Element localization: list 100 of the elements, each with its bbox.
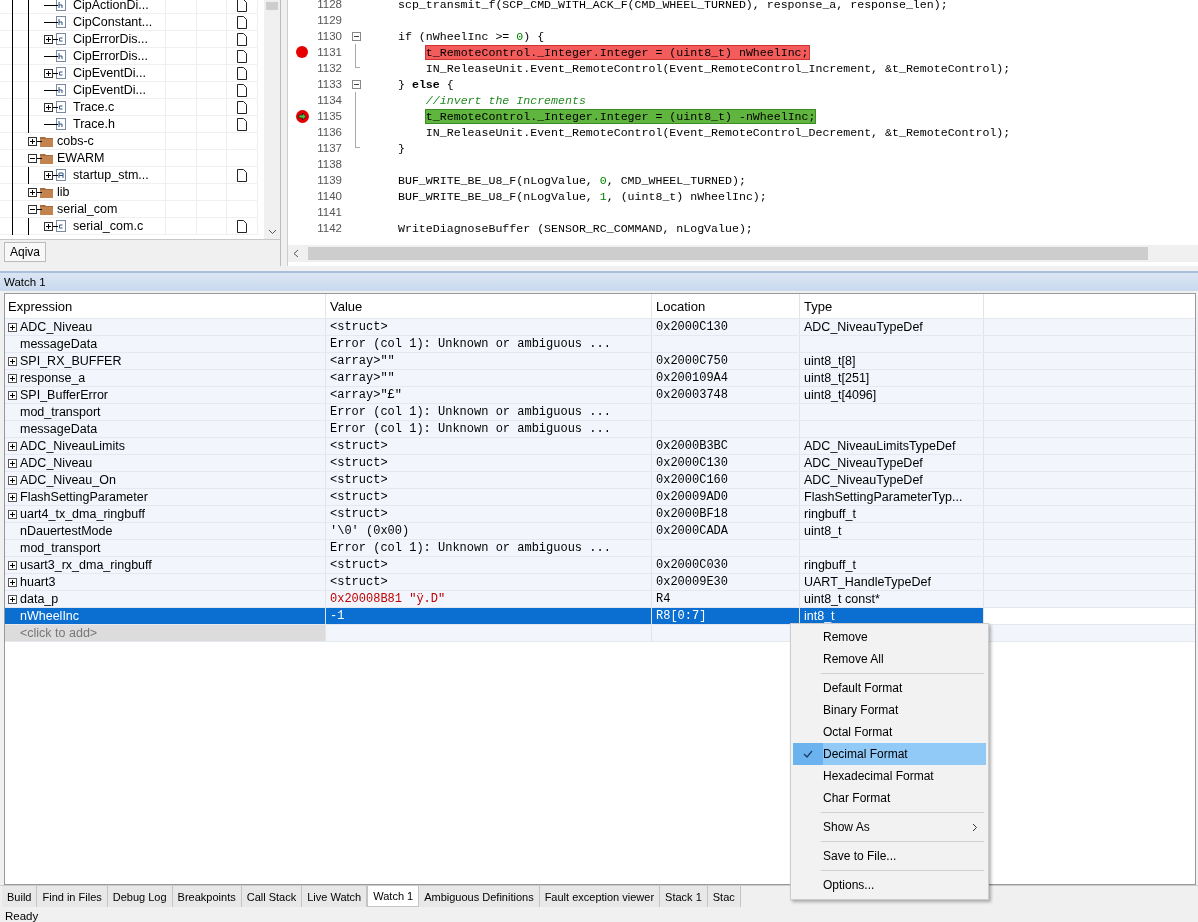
expression-text[interactable]: messageData [20,337,98,351]
menu-item[interactable]: Binary Format [793,699,986,721]
expression-text[interactable]: uart4_tx_dma_ringbuff [20,507,145,521]
expand-icon[interactable] [8,373,17,383]
expression-text[interactable]: FlashSettingParameter [20,490,148,504]
expand-icon[interactable] [8,560,17,570]
folder-icon [40,152,53,164]
line-number: 1130 [316,30,342,42]
type-text: uint8_t[8] [804,354,856,368]
expand-icon[interactable] [8,441,17,451]
expand-icon[interactable] [44,103,53,112]
expand-icon[interactable] [8,492,17,502]
expression-text[interactable]: messageData [20,422,98,436]
panel-tab[interactable]: Watch 1 [367,886,420,907]
expand-icon[interactable] [44,171,53,180]
column-header[interactable]: Type [800,294,984,318]
folder-label[interactable]: cobs-c [56,134,94,148]
expression-text[interactable]: ADC_Niveau [20,320,93,334]
value-text: Error (col 1): Unknown or ambiguous ... [330,405,611,419]
expression-text[interactable]: usart3_rx_dma_ringbuff [20,558,152,572]
panel-tab[interactable]: Debug Log [107,886,173,907]
file-label[interactable]: CipConstant... [72,15,153,29]
panel-tab[interactable]: Stack 1 [660,886,708,907]
file-label[interactable]: Trace.c [72,100,115,114]
expression-text[interactable]: ADC_NiveauLimits [20,439,125,453]
chevron-down-icon[interactable] [267,229,277,235]
menu-item[interactable]: Decimal Format [793,743,986,765]
file-label[interactable]: CipErrorDis... [72,32,148,46]
file-label[interactable]: CipEventDi... [72,66,146,80]
panel-tab[interactable]: Fault exception viewer [539,886,661,907]
expression-text[interactable]: SPI_RX_BUFFER [20,354,122,368]
file-label[interactable]: serial_com.c [72,219,144,233]
expression-text[interactable]: mod_transport [20,405,101,419]
menu-item[interactable]: Options... [793,874,986,896]
line-number: 1137 [316,142,342,154]
expand-icon[interactable] [8,577,17,587]
collapse-icon[interactable] [351,79,361,89]
expand-icon[interactable] [8,594,17,604]
collapse-icon[interactable] [351,31,361,41]
folder-label[interactable]: EWARM [56,151,105,165]
code-line: } else { [398,77,454,91]
expand-icon[interactable] [8,509,17,519]
value-text: Error (col 1): Unknown or ambiguous ... [330,541,611,555]
folder-label[interactable]: lib [56,185,70,199]
column-header[interactable]: Expression [5,294,326,318]
menu-item[interactable]: Remove All [793,648,986,670]
workspace-tab[interactable]: Aqiva [4,242,47,262]
column-header[interactable]: Value [326,294,652,318]
panel-tab[interactable]: Find in Files [37,886,108,907]
expression-text[interactable]: huart3 [20,575,56,589]
file-label[interactable]: CipEventDi... [72,83,146,97]
menu-item[interactable]: Show As [793,816,986,838]
value-text: <struct> [330,456,388,470]
file-label[interactable]: Trace.h [72,117,115,131]
expand-icon[interactable] [44,35,53,44]
scroll-thumb[interactable] [266,2,278,10]
menu-item[interactable]: Save to File... [793,845,986,867]
expression-text[interactable]: response_a [20,371,86,385]
expression-text[interactable]: data_p [20,592,59,606]
expression-text[interactable]: SPI_BufferError [20,388,108,402]
chevron-left-icon[interactable] [292,249,300,258]
value-text: <struct> [330,575,388,589]
file-label[interactable]: CipActionDi... [72,0,149,12]
expression-text[interactable]: nDauertestMode [20,524,113,538]
breakpoint-icon[interactable] [296,46,308,58]
panel-tab[interactable]: Live Watch [302,886,368,907]
menu-item[interactable]: Hexadecimal Format [793,765,986,787]
expand-icon[interactable] [44,69,53,78]
expand-icon[interactable] [28,137,37,146]
panel-tab[interactable]: Ambiguous Definitions [419,886,540,907]
file-label[interactable]: CipErrorDis... [72,49,148,63]
folder-label[interactable]: serial_com [56,202,118,216]
expand-icon[interactable] [8,356,17,366]
scrollbar[interactable] [264,0,280,239]
menu-item[interactable]: Default Format [793,677,986,699]
type-text: ADC_NiveauTypeDef [804,320,923,334]
expression-text[interactable]: ADC_Niveau_On [20,473,116,487]
column-header[interactable]: Location [652,294,800,318]
panel-tab[interactable]: Breakpoints [172,886,242,907]
expand-icon[interactable] [44,222,53,231]
collapse-icon[interactable] [28,205,37,214]
expand-icon[interactable] [28,188,37,197]
expression-text[interactable]: nWheelInc [20,609,80,623]
menu-item[interactable]: Remove [793,626,986,648]
file-label[interactable]: startup_stm... [72,168,149,182]
panel-tab[interactable]: Stac [707,886,741,907]
line-number: 1140 [316,190,342,202]
expand-icon[interactable] [8,390,17,400]
expression-text[interactable]: mod_transport [20,541,101,555]
expand-icon[interactable] [8,322,17,332]
menu-item[interactable]: Octal Format [793,721,986,743]
panel-tab[interactable]: Build [2,886,38,907]
expand-icon[interactable] [8,458,17,468]
scrollbar[interactable] [288,245,1198,262]
menu-item[interactable]: Char Format [793,787,986,809]
panel-tab[interactable]: Call Stack [241,886,303,907]
value-text: <struct> [330,473,388,487]
expression-text[interactable]: ADC_Niveau [20,456,93,470]
collapse-icon[interactable] [28,154,37,163]
expand-icon[interactable] [8,475,17,485]
